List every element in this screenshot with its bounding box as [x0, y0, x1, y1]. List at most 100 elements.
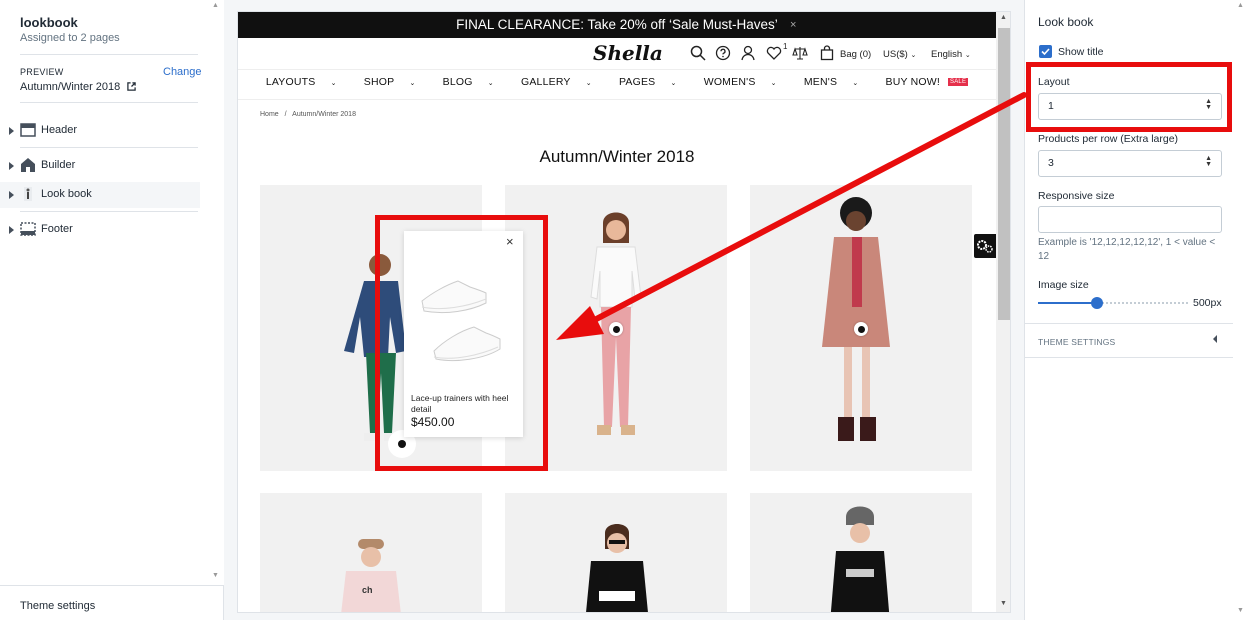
- lookbook-icon: [24, 187, 32, 201]
- section-label: Builder: [41, 159, 76, 171]
- scroll-down-icon[interactable]: ▼: [1237, 607, 1244, 614]
- model-figure-image: [586, 524, 648, 612]
- header-icon: [20, 123, 36, 137]
- language-label: English: [931, 49, 963, 60]
- image-size-slider-fill: [1038, 302, 1097, 304]
- breadcrumb-current: Autumn/Winter 2018: [292, 111, 356, 118]
- announcement-bar: FINAL CLEARANCE: Take 20% off ‘Sale Must…: [238, 12, 996, 38]
- section-label: Footer: [41, 223, 73, 235]
- hotspot[interactable]: [609, 322, 623, 336]
- select-arrows-icon: ▲ ▼: [1205, 155, 1212, 168]
- nav-label: SHOP: [363, 76, 395, 88]
- home-icon: [21, 158, 35, 172]
- scroll-down-icon[interactable]: ▼: [1000, 600, 1007, 607]
- image-size-slider-handle[interactable]: [1090, 297, 1103, 309]
- products-per-row-select[interactable]: 3 ▲ ▼: [1038, 150, 1222, 177]
- annotation-box-layout: [1026, 62, 1232, 132]
- nav-item-layouts[interactable]: LAYOUTS ⌄: [260, 76, 343, 88]
- bag-icon[interactable]: [819, 45, 835, 61]
- page-title: Autumn/Winter 2018: [539, 147, 695, 166]
- section-label: Look book: [41, 188, 92, 200]
- nav-label: LAYOUTS: [265, 76, 316, 88]
- theme-settings-link[interactable]: Theme settings: [20, 600, 95, 612]
- nav-item-womens[interactable]: WOMEN'S ⌄: [698, 76, 783, 88]
- nav-item-gallery[interactable]: GALLERY ⌄: [515, 76, 598, 88]
- products-per-row-label: Products per row (Extra large): [1038, 133, 1179, 145]
- main-navigation: LAYOUTS ⌄ SHOP ⌄ BLOG ⌄ GALLERY ⌄ PAGES …: [238, 76, 996, 88]
- scroll-down-icon[interactable]: ▼: [212, 572, 219, 579]
- nav-label: BLOG: [442, 76, 473, 88]
- chevron-down-icon: ⌄: [670, 80, 677, 87]
- sidebar-scrollbar[interactable]: ▲ ▼: [208, 0, 224, 585]
- divider: [20, 211, 198, 212]
- section-header[interactable]: Header: [0, 118, 200, 144]
- nav-item-mens[interactable]: MEN'S ⌄: [798, 76, 865, 88]
- wishlist-icon[interactable]: [766, 45, 782, 61]
- responsive-size-label: Responsive size: [1038, 190, 1115, 202]
- products-per-row-value: 3: [1048, 157, 1054, 169]
- section-look-book[interactable]: Look book: [0, 182, 200, 208]
- chevron-down-icon: ⌄: [585, 80, 592, 87]
- external-link-icon: [127, 82, 137, 91]
- breadcrumb-separator: /: [284, 111, 287, 118]
- responsive-size-input[interactable]: [1038, 206, 1222, 233]
- language-selector[interactable]: English ⌄: [931, 49, 971, 60]
- responsive-size-help: Example is '12,12,12,12,12', 1 < value <…: [1038, 237, 1216, 262]
- divider: [20, 54, 198, 55]
- nav-label: PAGES: [618, 76, 656, 88]
- lookbook-image: [505, 493, 727, 612]
- preview-value-text: Autumn/Winter 2018: [20, 81, 121, 93]
- divider: [1025, 323, 1234, 324]
- caret-right-icon: [9, 127, 14, 135]
- scroll-up-icon[interactable]: ▲: [1000, 14, 1007, 21]
- section-footer[interactable]: Footer: [0, 217, 200, 243]
- nav-item-blog[interactable]: BLOG ⌄: [437, 76, 500, 88]
- gear-icon: [977, 240, 993, 253]
- template-title: lookbook: [20, 15, 78, 30]
- bag-label[interactable]: Bag (0): [840, 49, 871, 60]
- scroll-up-icon[interactable]: ▲: [1237, 2, 1244, 9]
- change-preview-link[interactable]: Change: [163, 66, 202, 78]
- store-logo[interactable]: Shella: [593, 41, 663, 65]
- nav-item-shop[interactable]: SHOP ⌄: [358, 76, 422, 88]
- scrollbar-thumb[interactable]: [998, 28, 1010, 320]
- breadcrumb-home[interactable]: Home: [260, 111, 279, 118]
- nav-label: MEN'S: [803, 76, 838, 88]
- theme-settings-section[interactable]: THEME SETTINGS: [1038, 337, 1115, 347]
- panel-title: Look book: [1038, 15, 1094, 29]
- chevron-down-icon: ⌄: [330, 80, 337, 87]
- divider: [238, 69, 996, 70]
- scroll-up-icon[interactable]: ▲: [212, 2, 219, 9]
- settings-gear-button[interactable]: [974, 234, 996, 258]
- nav-item-buy-now[interactable]: BUY NOW! SALE: [880, 76, 975, 88]
- show-title-checkbox[interactable]: [1039, 45, 1052, 58]
- currency-label: US($): [883, 49, 908, 60]
- annotation-box-popup: [375, 215, 548, 471]
- chevron-down-icon: ⌄: [964, 52, 971, 59]
- show-title-label: Show title: [1058, 46, 1104, 58]
- settings-scrollbar[interactable]: ▲ ▼: [1233, 0, 1249, 620]
- wishlist-count: 1: [783, 42, 788, 51]
- svg-text:ch: ch: [362, 585, 373, 595]
- caret-right-icon: [9, 226, 14, 234]
- hotspot[interactable]: [854, 322, 868, 336]
- model-figure-image: ch: [341, 539, 401, 612]
- search-icon[interactable]: [690, 45, 706, 61]
- divider: [20, 102, 198, 103]
- announcement-close-icon[interactable]: ×: [790, 12, 796, 38]
- checkmark-icon: [1041, 48, 1050, 56]
- breadcrumb: Home / Autumn/Winter 2018: [260, 111, 356, 118]
- nav-item-pages[interactable]: PAGES ⌄: [613, 76, 683, 88]
- sale-badge: SALE: [948, 78, 969, 87]
- section-builder[interactable]: Builder: [0, 153, 200, 179]
- preview-value[interactable]: Autumn/Winter 2018: [20, 81, 137, 93]
- image-size-value: 500px: [1193, 297, 1222, 309]
- announcement-text: FINAL CLEARANCE: Take 20% off ‘Sale Must…: [456, 17, 778, 32]
- help-icon[interactable]: [715, 45, 731, 61]
- chevron-down-icon: ⌄: [487, 80, 494, 87]
- template-subtitle: Assigned to 2 pages: [20, 32, 120, 44]
- compare-icon[interactable]: [792, 45, 808, 61]
- account-icon[interactable]: [740, 45, 756, 61]
- currency-selector[interactable]: US($) ⌄: [883, 49, 916, 60]
- caret-left-icon[interactable]: [1213, 335, 1217, 343]
